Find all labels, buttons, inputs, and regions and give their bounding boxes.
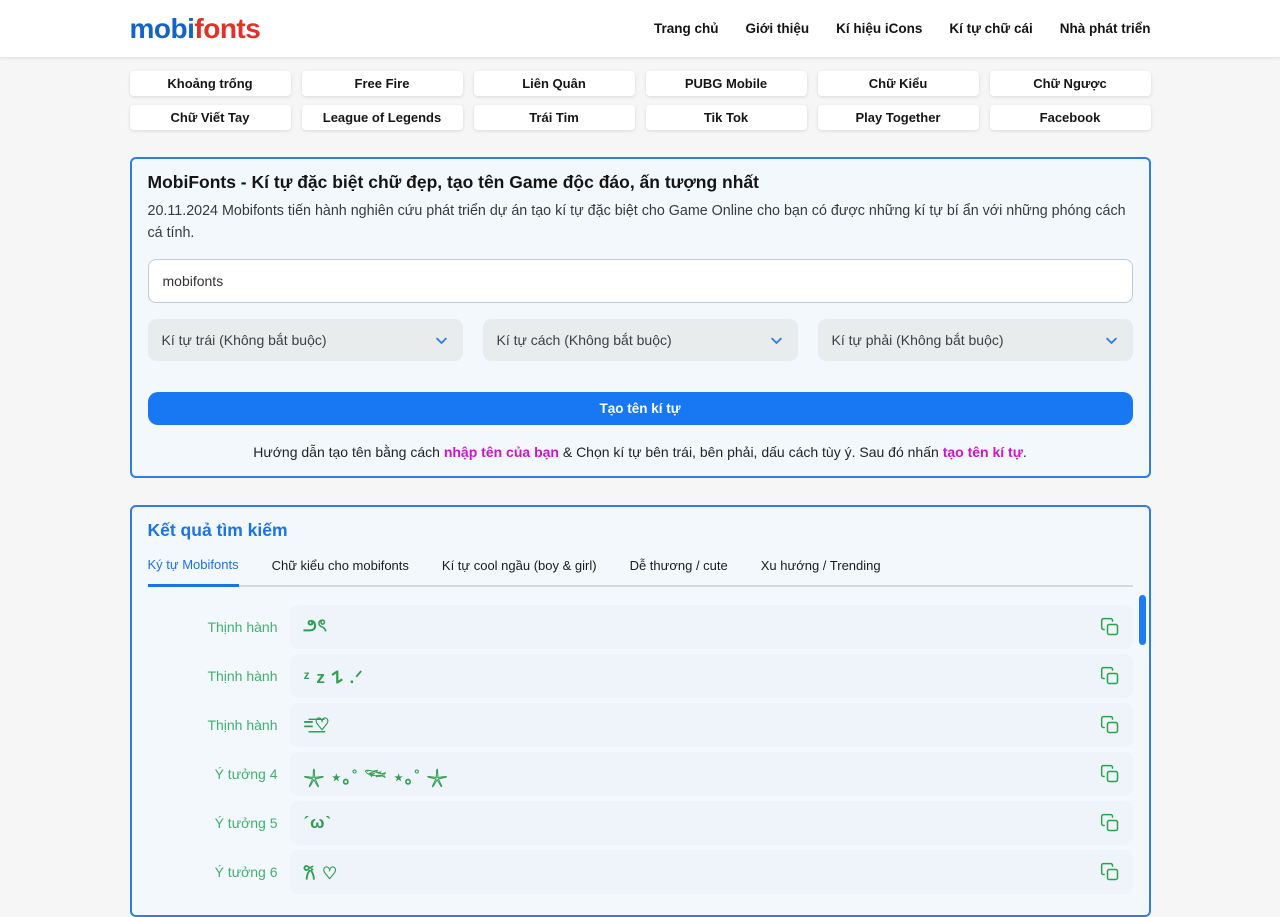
result-row: Thịnh hành ౨ৎ	[148, 605, 1133, 649]
intro-description: 20.11.2024 Mobifonts tiến hành nghiên cứ…	[148, 200, 1133, 244]
special-characters: 𓇼 ⋆｡˚ 𓆝 ⋆｡˚ 𓇼	[304, 760, 1099, 789]
copy-icon[interactable]	[1099, 861, 1121, 883]
nav-item-letters[interactable]: Kí tự chữ cái	[949, 21, 1032, 36]
result-row: Ý tưởng 4 𓇼 ⋆｡˚ 𓆝 ⋆｡˚ 𓇼	[148, 752, 1133, 796]
name-input[interactable]	[148, 259, 1133, 303]
results-list: Thịnh hành ౨ৎ Thịnh hành ᶻ z 𐰁 .ᐟ	[148, 605, 1133, 894]
instruction-highlight-enter-name: nhập tên của bạn	[444, 444, 559, 460]
nav-item-home[interactable]: Trang chủ	[654, 21, 719, 36]
instruction-text: Hướng dẫn tạo tên bằng cách nhập tên của…	[148, 444, 1133, 460]
copy-icon[interactable]	[1099, 665, 1121, 687]
tag-chu-viet-tay[interactable]: Chữ Viết Tay	[130, 105, 291, 130]
nav-item-about[interactable]: Giới thiệu	[746, 21, 810, 36]
result-row: Ý tưởng 6 𐙚 ♡	[148, 850, 1133, 894]
tag-pubg-mobile[interactable]: PUBG Mobile	[646, 71, 807, 96]
right-character-dropdown[interactable]: Kí tự phải (Không bắt buộc)	[818, 319, 1133, 361]
result-row-box[interactable]: ´ω`	[290, 801, 1133, 845]
special-characters: ´ω`	[304, 813, 1099, 833]
result-row-label: Ý tưởng 4	[148, 766, 290, 782]
right-character-dropdown-label: Kí tự phải (Không bắt buộc)	[832, 332, 1004, 348]
instruction-highlight-create-name: tạo tên kí tự	[943, 444, 1023, 460]
special-characters: ౨ৎ	[304, 613, 1099, 641]
chevron-down-icon	[769, 333, 784, 348]
result-row-box[interactable]: ᶻ z 𐰁 .ᐟ	[290, 654, 1133, 698]
result-row-label: Thịnh hành	[148, 717, 290, 733]
tab-cool-ngau[interactable]: Kí tự cool ngầu (boy & girl)	[442, 558, 597, 585]
results-title: Kết quả tìm kiếm	[148, 520, 1133, 541]
tag-tik-tok[interactable]: Tik Tok	[646, 105, 807, 130]
space-character-dropdown[interactable]: Kí tự cách (Không bắt buộc)	[483, 319, 798, 361]
left-character-dropdown-label: Kí tự trái (Không bắt buộc)	[162, 332, 327, 348]
instruction-part3: .	[1023, 444, 1027, 460]
tag-free-fire[interactable]: Free Fire	[302, 71, 463, 96]
result-row: Ý tưởng 5 ´ω`	[148, 801, 1133, 845]
category-tags: Khoảng trống Free Fire Liên Quân PUBG Mo…	[130, 71, 1151, 130]
tab-xu-huong[interactable]: Xu hướng / Trending	[761, 558, 881, 585]
page-title: MobiFonts - Kí tự đặc biệt chữ đẹp, tạo …	[148, 172, 1133, 193]
result-row-label: Thịnh hành	[148, 668, 290, 684]
left-character-dropdown[interactable]: Kí tự trái (Không bắt buộc)	[148, 319, 463, 361]
tab-ky-tu-mobifonts[interactable]: Ký tự Mobifonts	[148, 557, 239, 587]
results-tabs: Ký tự Mobifonts Chữ kiểu cho mobifonts K…	[148, 557, 1133, 587]
tag-play-together[interactable]: Play Together	[818, 105, 979, 130]
copy-icon[interactable]	[1099, 714, 1121, 736]
tag-chu-nguoc[interactable]: Chữ Ngược	[990, 71, 1151, 96]
result-row-label: Thịnh hành	[148, 619, 290, 635]
nav-item-developer[interactable]: Nhà phát triển	[1060, 21, 1151, 36]
result-row-label: Ý tưởng 6	[148, 864, 290, 880]
logo-part-blue: mobi	[130, 13, 195, 44]
main-nav: Trang chủ Giới thiệu Kí hiệu iCons Kí tự…	[654, 21, 1150, 36]
tab-de-thuong[interactable]: Dễ thương / cute	[630, 558, 728, 585]
copy-icon[interactable]	[1099, 763, 1121, 785]
top-header: mobifonts Trang chủ Giới thiệu Kí hiệu i…	[0, 0, 1280, 58]
tag-chu-kieu[interactable]: Chữ Kiểu	[818, 71, 979, 96]
instruction-part2: & Chọn kí tự bên trái, bên phải, dấu các…	[559, 444, 943, 460]
site-logo[interactable]: mobifonts	[130, 15, 261, 43]
copy-icon[interactable]	[1099, 812, 1121, 834]
logo-part-red: fonts	[194, 13, 260, 44]
result-row: Thịnh hành ᶻ z 𐰁 .ᐟ	[148, 654, 1133, 698]
copy-icon[interactable]	[1099, 616, 1121, 638]
search-results-panel: Kết quả tìm kiếm Ký tự Mobifonts Chữ kiể…	[130, 505, 1151, 917]
tag-trai-tim[interactable]: Trái Tim	[474, 105, 635, 130]
result-row: Thịnh hành =͟͟͞♡	[148, 703, 1133, 747]
result-row-label: Ý tưởng 5	[148, 815, 290, 831]
tab-chu-kieu[interactable]: Chữ kiểu cho mobifonts	[272, 558, 409, 585]
tag-league-of-legends[interactable]: League of Legends	[302, 105, 463, 130]
tag-khoang-trong[interactable]: Khoảng trống	[130, 71, 291, 96]
scrollbar-thumb[interactable]	[1139, 595, 1146, 645]
create-name-button[interactable]: Tạo tên kí tự	[148, 392, 1133, 425]
chevron-down-icon	[434, 333, 449, 348]
special-characters: ᶻ z 𐰁 .ᐟ	[304, 665, 1099, 688]
character-dropdowns: Kí tự trái (Không bắt buộc) Kí tự cách (…	[148, 319, 1133, 361]
result-row-box[interactable]: =͟͟͞♡	[290, 703, 1133, 747]
name-creator-panel: MobiFonts - Kí tự đặc biệt chữ đẹp, tạo …	[130, 157, 1151, 478]
chevron-down-icon	[1104, 333, 1119, 348]
result-row-box[interactable]: 𓇼 ⋆｡˚ 𓆝 ⋆｡˚ 𓇼	[290, 752, 1133, 796]
result-row-box[interactable]: 𐙚 ♡	[290, 850, 1133, 894]
tag-facebook[interactable]: Facebook	[990, 105, 1151, 130]
tag-lien-quan[interactable]: Liên Quân	[474, 71, 635, 96]
space-character-dropdown-label: Kí tự cách (Không bắt buộc)	[497, 332, 672, 348]
nav-item-icons[interactable]: Kí hiệu iCons	[836, 21, 922, 36]
special-characters: 𐙚 ♡	[304, 861, 1099, 884]
special-characters: =͟͟͞♡	[304, 715, 1099, 735]
result-row-box[interactable]: ౨ৎ	[290, 605, 1133, 649]
instruction-part1: Hướng dẫn tạo tên bằng cách	[253, 444, 444, 460]
